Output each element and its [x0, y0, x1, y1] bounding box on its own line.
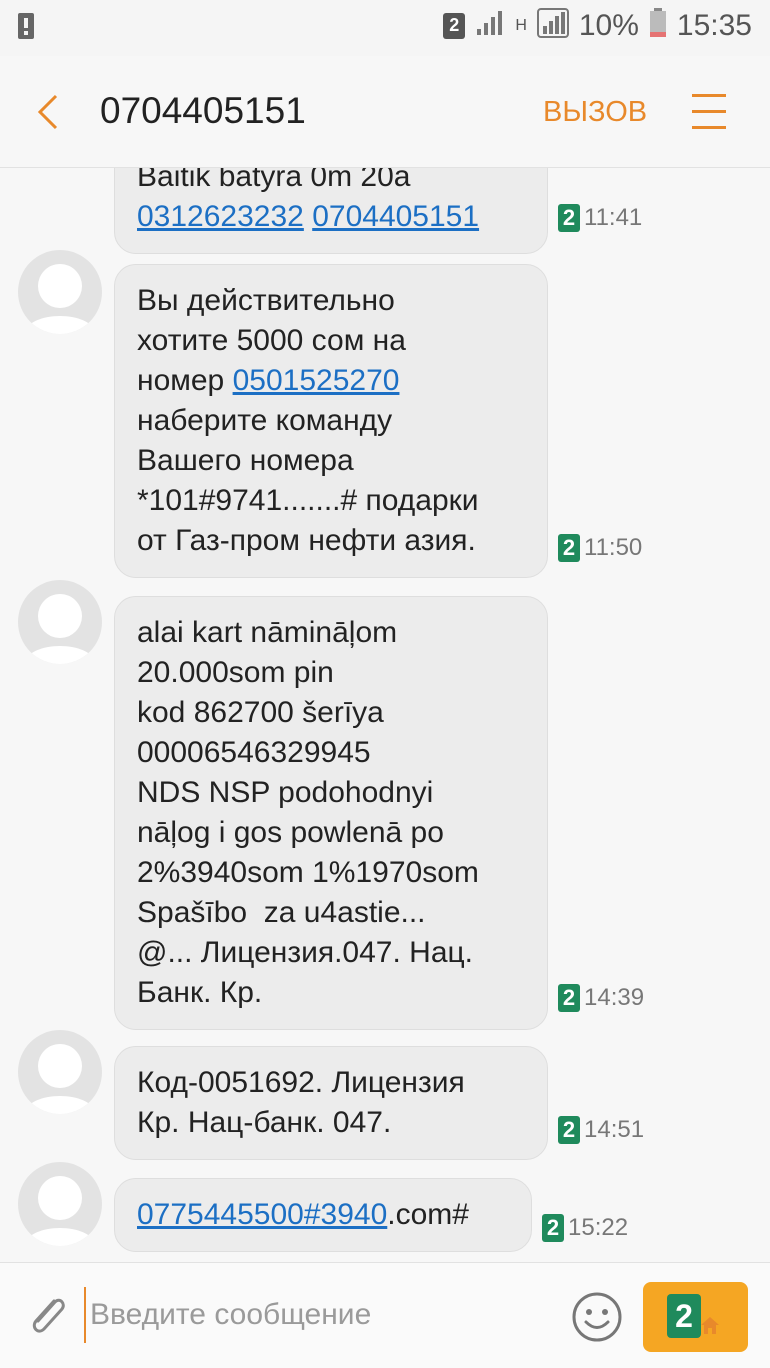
sim-badge-icon: 2 — [558, 1116, 580, 1144]
message-link[interactable]: 0501525270 — [233, 364, 400, 397]
message-composer: 2 — [0, 1262, 770, 1368]
message-bubble[interactable]: Baitik batyra 0m 20a 0312623232 07044051… — [114, 168, 548, 254]
message-time: 11:50 — [584, 534, 643, 561]
message-bubble[interactable]: Вы действительно хотите 5000 сом на номе… — [114, 264, 548, 578]
message-meta: 2 15:22 — [542, 1214, 628, 1242]
signal-icon-2 — [536, 8, 569, 43]
sim-slot-icon: 2 — [443, 12, 466, 39]
sim-badge-icon: 2 — [558, 204, 580, 232]
avatar[interactable] — [18, 250, 102, 334]
person-avatar-icon — [24, 1176, 96, 1246]
message-link[interactable]: 0704405151 — [312, 200, 479, 233]
sim-badge-icon: 2 — [542, 1214, 564, 1242]
message-bubble[interactable]: alai kart nāmināļom 20.000som pin kod 86… — [114, 596, 548, 1030]
chevron-left-icon — [37, 94, 58, 130]
sim-badge-icon: 2 — [558, 534, 580, 562]
message-link[interactable]: 0312623232 — [137, 200, 304, 233]
message-text: Baitik batyra 0m 20a — [137, 168, 411, 193]
signal-icon — [475, 9, 505, 42]
send-sim-icon: 2 — [667, 1294, 701, 1338]
smiley-icon — [572, 1292, 622, 1342]
contact-title: 0704405151 — [100, 90, 306, 131]
message-meta: 2 11:50 — [558, 534, 642, 562]
emoji-button[interactable] — [571, 1291, 623, 1343]
message-list[interactable]: Baitik batyra 0m 20a 0312623232 07044051… — [0, 168, 770, 1260]
avatar[interactable] — [18, 580, 102, 664]
clock: 15:35 — [676, 8, 752, 42]
menu-button[interactable] — [692, 92, 728, 132]
status-bar: 2 H 10% 15:35 — [0, 0, 770, 56]
message-text: Код-0051692. Лицензия Кр. Нац-банк. 047. — [137, 1066, 465, 1139]
call-button[interactable]: ВЫЗОВ — [543, 96, 647, 129]
send-button[interactable]: 2 — [643, 1282, 748, 1352]
message-meta: 2 14:51 — [558, 1116, 644, 1144]
avatar[interactable] — [18, 1162, 102, 1246]
person-avatar-icon — [24, 1044, 96, 1114]
message-time: 14:51 — [584, 1116, 645, 1143]
network-type-label: H — [515, 16, 527, 34]
message-time: 11:41 — [584, 204, 643, 231]
person-avatar-icon — [24, 594, 96, 664]
battery-icon — [649, 8, 667, 43]
message-text: .com# — [387, 1198, 469, 1231]
notification-icon — [17, 12, 35, 45]
message-bubble[interactable]: 0775445500#3940.com# — [114, 1178, 532, 1252]
message-input[interactable] — [84, 1287, 524, 1343]
message-bubble[interactable]: Код-0051692. Лицензия Кр. Нац-банк. 047. — [114, 1046, 548, 1160]
paperclip-icon — [32, 1298, 65, 1333]
message-text — [304, 200, 312, 233]
message-text: наберите команду Вашего номера *101#9741… — [137, 404, 479, 557]
sim-badge-icon: 2 — [558, 984, 580, 1012]
message-time: 14:39 — [584, 984, 645, 1011]
attach-button[interactable] — [24, 1291, 70, 1341]
conversation-header: 0704405151 ВЫЗОВ — [0, 56, 770, 168]
message-meta: 2 14:39 — [558, 984, 644, 1012]
back-button[interactable] — [28, 86, 68, 138]
home-icon — [701, 1317, 719, 1334]
person-avatar-icon — [24, 264, 96, 334]
message-text: alai kart nāmināļom 20.000som pin kod 86… — [137, 616, 479, 1009]
message-meta: 2 11:41 — [558, 204, 642, 232]
message-time: 15:22 — [568, 1214, 629, 1241]
message-link[interactable]: 0775445500#3940 — [137, 1198, 387, 1231]
avatar[interactable] — [18, 1030, 102, 1114]
battery-percent: 10% — [578, 8, 639, 42]
